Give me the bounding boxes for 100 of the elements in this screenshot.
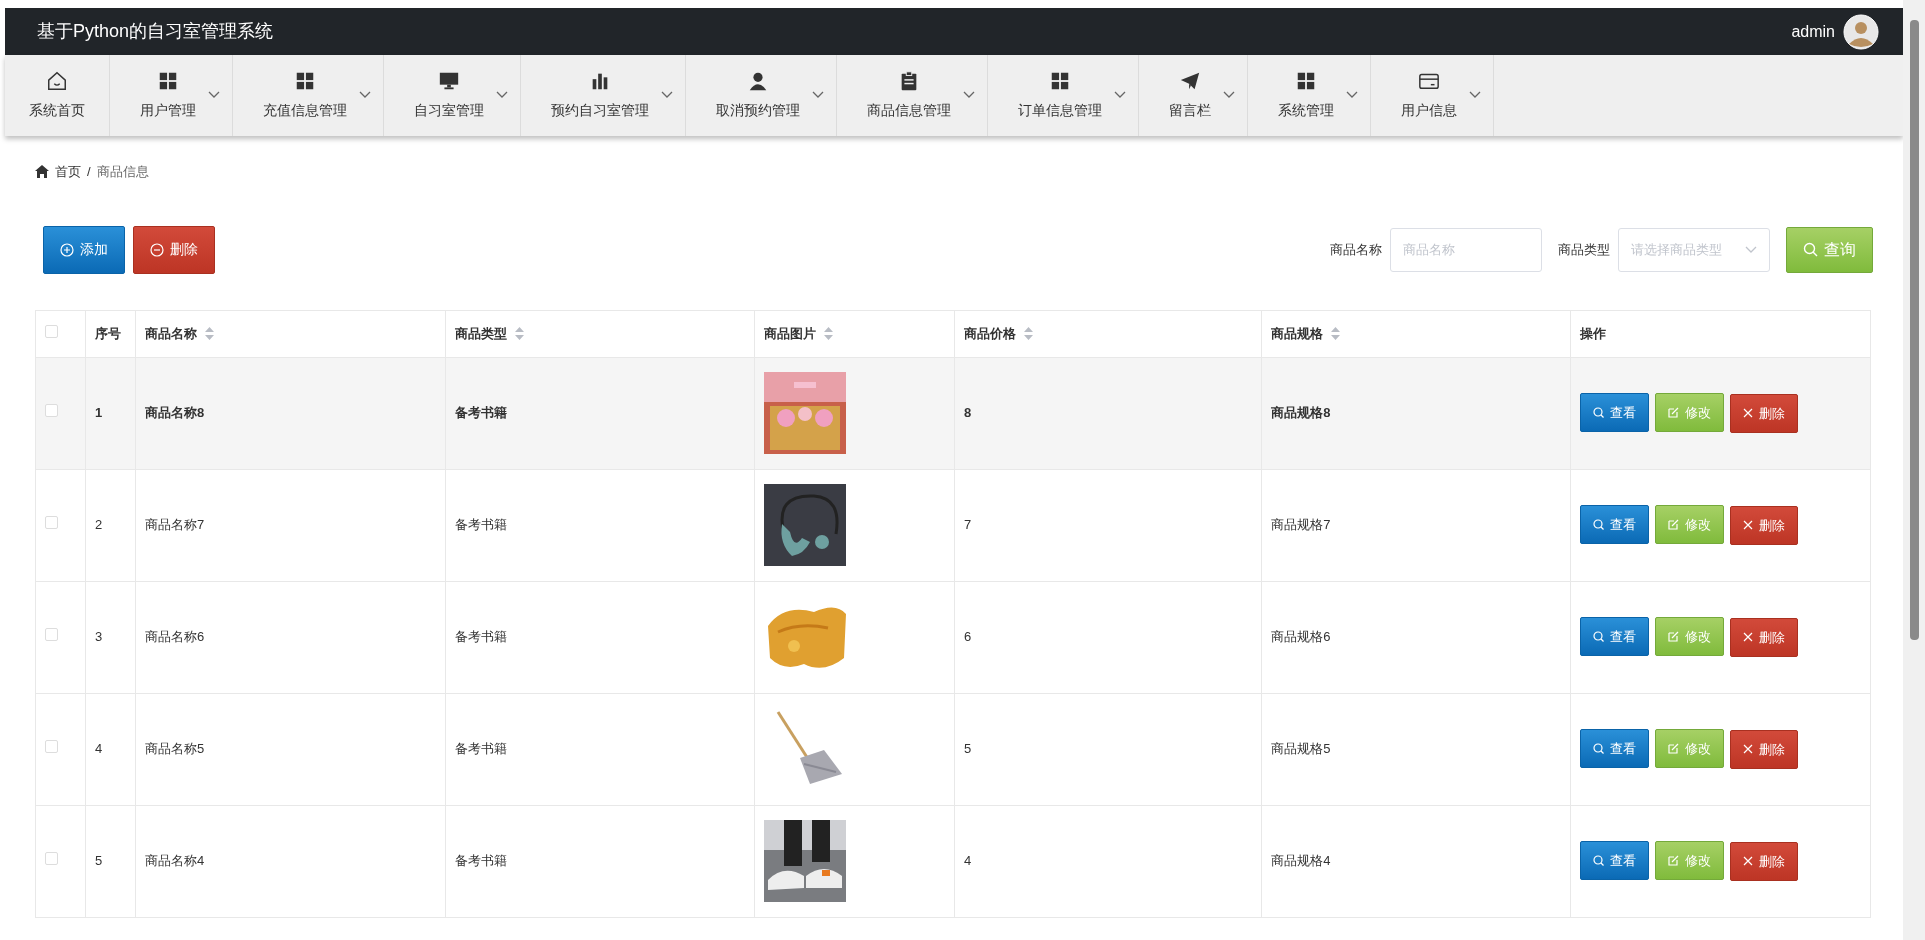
table-cell: 备考书籍 xyxy=(455,741,508,757)
view-button[interactable]: 查看 xyxy=(1579,617,1649,657)
table-cell: 4 xyxy=(963,853,972,869)
view-button[interactable]: 查看 xyxy=(1579,729,1649,769)
sort-icon xyxy=(1023,327,1033,340)
field-label: 商品名称 xyxy=(1330,240,1382,259)
breadcrumb-separator: / xyxy=(87,163,91,181)
paper-plane-icon xyxy=(1179,70,1201,92)
home-icon xyxy=(35,165,49,179)
search-icon xyxy=(1592,855,1604,867)
nav-menu-item[interactable]: 充值信息管理 xyxy=(233,55,384,136)
column-header[interactable]: 商品名称 xyxy=(145,323,198,344)
search-icon xyxy=(1803,242,1818,257)
delete-button[interactable]: 删除 xyxy=(1729,617,1798,657)
column-header[interactable]: 商品类型 xyxy=(455,323,508,344)
chevron-down-icon xyxy=(359,91,371,99)
column-header[interactable]: 商品规格 xyxy=(1271,323,1324,344)
chevron-down-icon xyxy=(208,91,220,99)
chevron-down-icon xyxy=(812,91,824,99)
delete-button[interactable]: 删除 xyxy=(133,225,215,274)
nav-menu-item[interactable]: 订单信息管理 xyxy=(988,55,1139,136)
view-button[interactable]: 查看 xyxy=(1579,505,1649,545)
person-icon xyxy=(747,70,769,92)
column-header: 序号 xyxy=(95,324,122,343)
view-button[interactable]: 查看 xyxy=(1579,841,1649,881)
table-cell: 8 xyxy=(963,405,972,421)
table-cell: 商品规格7 xyxy=(1271,517,1331,533)
nav-menu-item[interactable]: 商品信息管理 xyxy=(837,55,988,136)
table-cell: 商品规格4 xyxy=(1271,853,1331,869)
grid-icon xyxy=(1049,70,1071,92)
table-cell: 4 xyxy=(95,741,103,757)
add-button[interactable]: 添加 xyxy=(43,225,125,274)
chevron-down-icon xyxy=(661,91,673,99)
home-icon xyxy=(46,70,68,92)
grid-icon xyxy=(1295,70,1317,92)
chevron-down-icon xyxy=(1469,91,1481,99)
delete-button[interactable]: 删除 xyxy=(1729,729,1798,769)
view-button[interactable]: 查看 xyxy=(1579,393,1649,433)
chevron-down-icon xyxy=(963,91,975,99)
monitor-icon xyxy=(438,70,460,92)
delete-button[interactable]: 删除 xyxy=(1729,505,1798,545)
table-cell: 5 xyxy=(95,853,103,869)
table-cell: 7 xyxy=(963,517,972,533)
row-checkbox[interactable] xyxy=(45,516,58,530)
close-icon xyxy=(1742,408,1753,419)
table-cell: 商品名称4 xyxy=(145,853,205,869)
row-checkbox[interactable] xyxy=(45,740,58,754)
nav-menu-item[interactable]: 用户管理 xyxy=(110,55,233,136)
sort-icon xyxy=(515,327,525,340)
delete-button[interactable]: 删除 xyxy=(1729,841,1798,881)
edit-icon xyxy=(1667,743,1679,755)
sort-icon xyxy=(1331,327,1341,340)
chevron-down-icon xyxy=(1223,91,1235,99)
nav-menu-item[interactable]: 用户信息 xyxy=(1371,55,1494,136)
table-cell: 6 xyxy=(963,629,972,645)
chevron-down-icon xyxy=(1346,91,1358,99)
nav-menu-item[interactable]: 预约自习室管理 xyxy=(521,55,686,136)
nav-menu-item[interactable]: 取消预约管理 xyxy=(686,55,837,136)
table-cell: 备考书籍 xyxy=(455,853,508,869)
nav-menu-item[interactable]: 留言栏 xyxy=(1139,55,1248,136)
nav-menu-item[interactable]: 自习室管理 xyxy=(384,55,521,136)
nav-menu-item[interactable]: 系统首页 xyxy=(5,55,110,136)
breadcrumb-item: 商品信息 xyxy=(96,163,149,181)
select-all-checkbox[interactable] xyxy=(45,324,58,338)
delete-button[interactable]: 删除 xyxy=(1729,393,1798,433)
chevron-down-icon xyxy=(1745,245,1757,254)
column-header[interactable]: 商品图片 xyxy=(763,323,816,344)
chevron-down-icon xyxy=(496,91,508,99)
table-cell: 商品名称7 xyxy=(145,517,205,533)
row-checkbox[interactable] xyxy=(45,852,58,866)
close-icon xyxy=(1742,744,1753,755)
row-checkbox[interactable] xyxy=(45,404,58,418)
table-cell: 备考书籍 xyxy=(455,405,508,421)
column-header[interactable]: 商品价格 xyxy=(963,323,1016,344)
field-label: 商品类型 xyxy=(1558,240,1610,259)
table-cell: 备考书籍 xyxy=(455,517,508,533)
column-header: 操作 xyxy=(1579,324,1606,343)
row-checkbox[interactable] xyxy=(45,628,58,642)
table-cell: 商品规格8 xyxy=(1271,405,1331,421)
search-field[interactable]: 商品名称 xyxy=(1390,227,1542,272)
close-icon xyxy=(1742,632,1753,643)
edit-icon xyxy=(1667,519,1679,531)
table-cell: 商品名称5 xyxy=(145,741,205,757)
sort-icon xyxy=(823,327,833,340)
close-icon xyxy=(1742,520,1753,531)
table-cell: 商品名称6 xyxy=(145,629,205,645)
grid-icon xyxy=(294,70,316,92)
search-icon xyxy=(1592,519,1604,531)
edit-icon xyxy=(1667,631,1679,643)
search-icon xyxy=(1592,743,1604,755)
table-cell: 商品规格6 xyxy=(1271,629,1331,645)
avatar-icon xyxy=(1843,13,1879,50)
search-icon xyxy=(1592,631,1604,643)
breadcrumb-item[interactable]: 首页 xyxy=(55,162,81,182)
grid-icon xyxy=(157,70,179,92)
nav-menu-item[interactable]: 系统管理 xyxy=(1248,55,1371,136)
user-name[interactable]: admin xyxy=(1791,19,1835,44)
edit-icon xyxy=(1667,855,1679,867)
table-cell: 3 xyxy=(95,629,103,645)
scrollbar[interactable] xyxy=(1903,0,1925,940)
